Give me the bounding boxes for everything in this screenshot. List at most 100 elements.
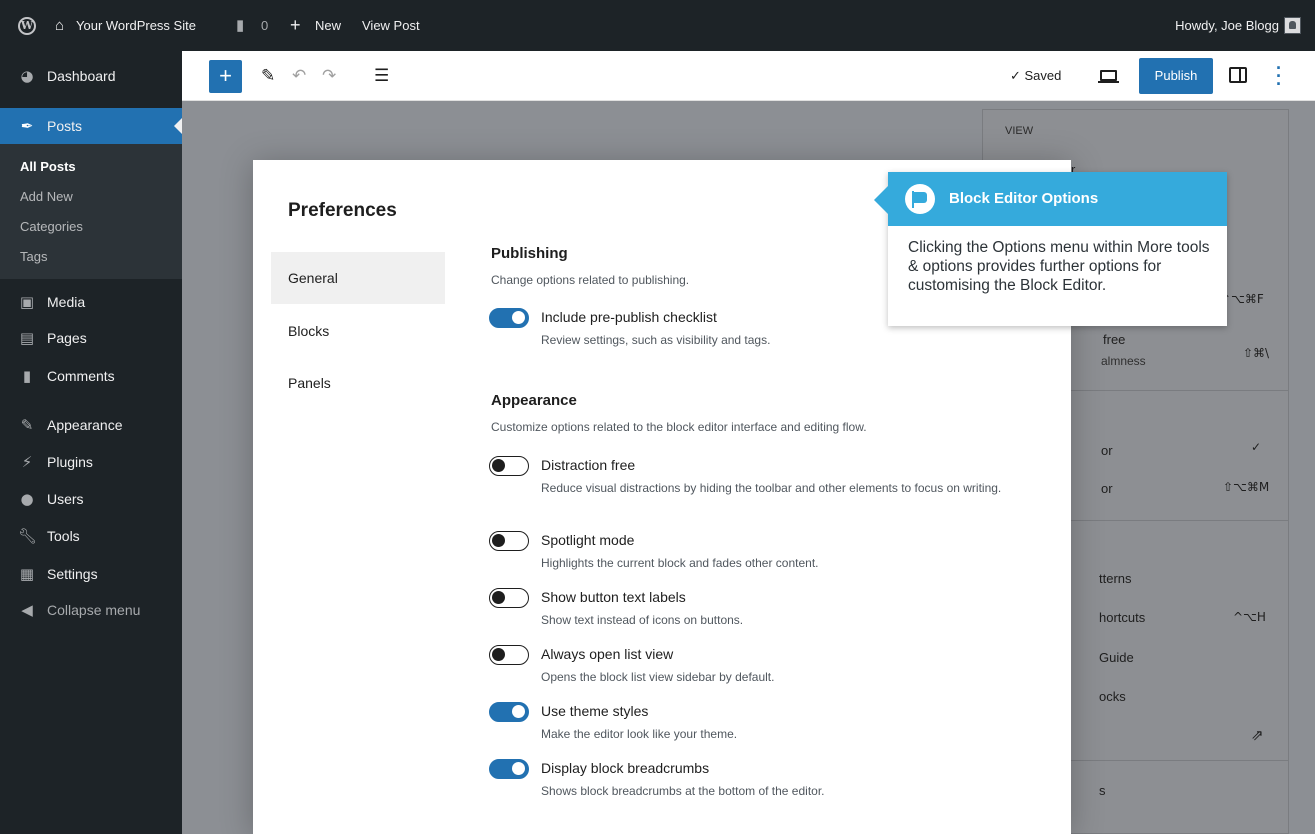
dropdown-item-distraction-free[interactable]: free [1103,332,1125,347]
brush-icon: ✎ [20,416,34,434]
submenu-tags[interactable]: Tags [20,247,47,267]
option-label: Distraction free [541,457,636,473]
callout-body: Clicking the Options menu within More to… [908,239,1210,294]
callout-title: Block Editor Options [949,190,1099,207]
publish-button[interactable]: Publish [1139,58,1213,94]
option-help: Review settings, such as visibility and … [541,333,771,347]
sidebar-item-label: Collapse menu [47,602,141,618]
shortcut-label: ⇧⌘\ [1243,346,1270,360]
users-icon: ● [20,490,34,508]
dropdown-item-help: almness [1101,354,1146,368]
dropdown-item-code-editor[interactable]: or [1101,481,1113,496]
dropdown-item-guide[interactable]: Guide [1099,650,1134,665]
tab-blocks[interactable]: Blocks [271,305,445,357]
option-label: Include pre-publish checklist [541,309,717,325]
section-description: Change options related to publishing. [491,273,690,287]
wordpress-logo-icon[interactable]: W [18,17,36,35]
sidebar-item-tools[interactable]: 🔧︎ Tools [0,518,182,554]
tutorial-callout: Block Editor Options Clicking the Option… [874,172,1227,326]
plus-icon[interactable]: + [290,0,301,51]
shortcut-label: ⌃⌥⌘F [1221,292,1264,306]
option-help: Highlights the current block and fades o… [541,556,819,570]
comments-count[interactable]: 0 [261,0,268,51]
options-menu-icon[interactable]: · · · [1276,59,1282,93]
block-breadcrumbs-toggle[interactable] [489,759,529,779]
redo-icon[interactable]: ↷ [322,64,336,88]
option-label: Display block breadcrumbs [541,760,710,776]
admin-bar: W ⌂ Your WordPress Site ▮ 0 + New View P… [0,0,1315,51]
sidebar-item-plugins[interactable]: ⚡ Plugins [0,444,182,480]
settings-icon: ▦ [19,565,35,583]
callout-header: Block Editor Options [888,172,1227,226]
sidebar-item-collapse[interactable]: ◀ Collapse menu [0,592,182,628]
user-greeting[interactable]: Howdy, Joe Blogg [1175,0,1279,51]
dropdown-item-shortcuts[interactable]: hortcuts [1099,610,1145,625]
editor-header: + ✎ ↶ ↷ ☰ ✓ Saved Publish · · · [182,51,1315,101]
external-link-icon: ⇗ [1251,726,1264,744]
comments-icon[interactable]: ▮ [236,0,244,51]
shortcut-label: ^⌥H [1233,610,1266,624]
pencil-icon[interactable]: ✎ [261,64,275,88]
posts-submenu: All Posts Add New Categories Tags [0,144,182,279]
list-view-toggle[interactable] [489,645,529,665]
pre-publish-checklist-toggle[interactable] [489,308,529,328]
pin-icon: ✒ [20,117,34,135]
sidebar-item-label: Settings [47,566,98,582]
sidebar-item-label: Tools [47,528,80,544]
dropdown-item-preferences[interactable]: s [1099,783,1106,798]
home-icon[interactable]: ⌂ [55,0,64,51]
sidebar-item-dashboard[interactable]: ◕ Dashboard [0,58,182,94]
option-help: Show text instead of icons on buttons. [541,613,744,627]
dashboard-icon: ◕ [20,67,34,85]
sidebar-item-label: Pages [47,330,87,346]
dropdown-item-blocks[interactable]: ocks [1099,689,1126,704]
sidebar-item-settings[interactable]: ▦ Settings [0,556,182,592]
preview-icon[interactable] [1098,70,1119,83]
sidebar-item-label: Dashboard [47,68,116,84]
submenu-all-posts[interactable]: All Posts [20,157,76,177]
sidebar-item-posts[interactable]: ✒ Posts [0,108,182,144]
sidebar-item-label: Comments [47,368,115,384]
new-link[interactable]: New [315,0,341,51]
callout-pointer [874,186,888,214]
comment-icon: ▮ [22,367,32,385]
section-title-appearance: Appearance [491,392,577,409]
wrench-icon: 🔧︎ [18,527,38,545]
submenu-add-new[interactable]: Add New [20,187,73,207]
view-post-link[interactable]: View Post [362,0,420,51]
list-view-icon[interactable]: ☰ [374,64,389,88]
option-label: Show button text labels [541,589,686,605]
button-text-labels-toggle[interactable] [489,588,529,608]
view-heading: VIEW [1005,125,1034,137]
theme-styles-toggle[interactable] [489,702,529,722]
sidebar-item-pages[interactable]: ▤ Pages [0,320,182,356]
collapse-icon: ◀ [21,601,33,619]
sidebar-item-media[interactable]: ▣ Media [0,284,182,320]
distraction-free-toggle[interactable] [489,456,529,476]
tab-panels[interactable]: Panels [271,357,445,409]
option-label: Always open list view [541,646,674,662]
media-icon: ▣ [19,293,35,311]
option-label: Spotlight mode [541,532,635,548]
dropdown-item-visual-editor[interactable]: or [1101,443,1113,458]
dropdown-item-patterns[interactable]: tterns [1099,571,1132,586]
tab-general[interactable]: General [271,252,445,304]
settings-panel-icon[interactable] [1229,67,1247,83]
option-help: Reduce visual distractions by hiding the… [541,481,1002,495]
option-help: Opens the block list view sidebar by def… [541,670,775,684]
sidebar-item-label: Media [47,294,86,310]
spotlight-mode-toggle[interactable] [489,531,529,551]
sidebar-item-label: Plugins [47,454,93,470]
block-inserter-button[interactable]: + [209,60,242,93]
undo-icon[interactable]: ↶ [292,64,306,88]
site-name-link[interactable]: Your WordPress Site [76,0,196,51]
sidebar-item-comments[interactable]: ▮ Comments [0,358,182,394]
modal-title: Preferences [288,200,397,221]
sidebar-item-users[interactable]: ● Users [0,481,182,517]
sidebar-item-label: Users [47,491,84,507]
section-title-publishing: Publishing [491,245,568,262]
submenu-categories[interactable]: Categories [20,217,83,237]
avatar-icon[interactable] [1284,17,1301,34]
pages-icon: ▤ [19,329,35,347]
sidebar-item-appearance[interactable]: ✎ Appearance [0,407,182,443]
